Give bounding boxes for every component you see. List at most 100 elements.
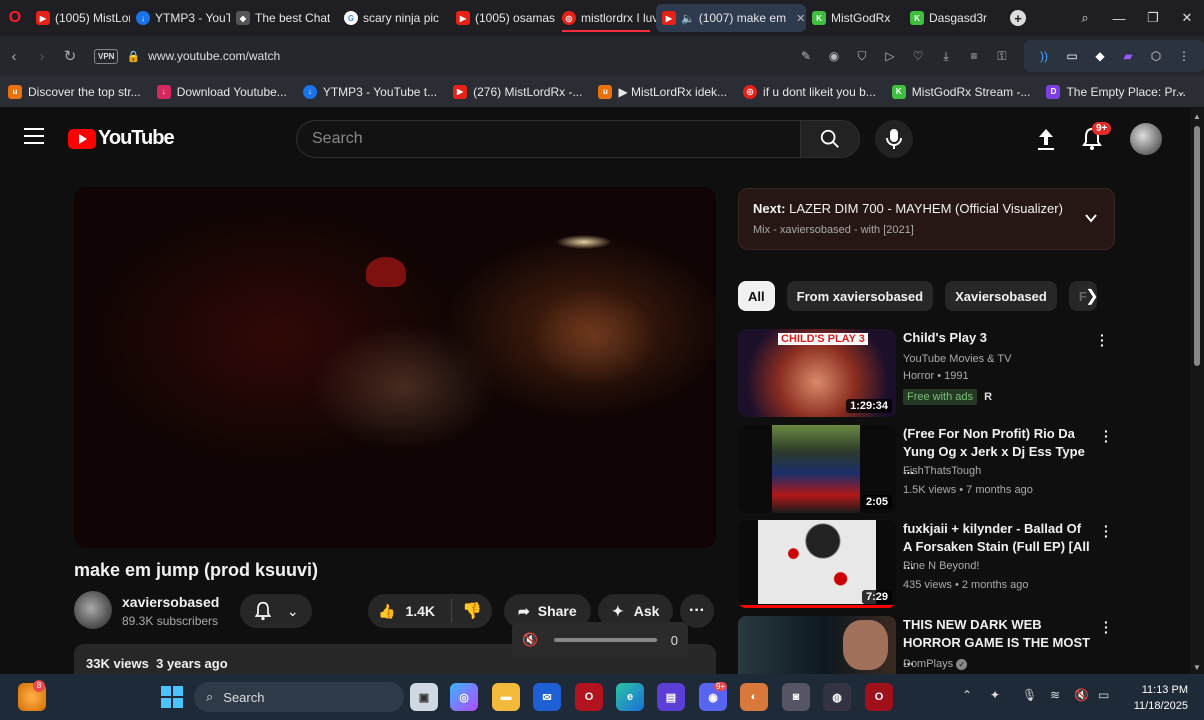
speaker-icon[interactable]: 🔈 xyxy=(681,12,695,25)
bookmark-item[interactable]: u Discover the top str... xyxy=(8,84,141,99)
bookmark-item[interactable]: ◎ if u dont likeit you b... xyxy=(743,84,876,99)
close-window-button[interactable]: ✕ xyxy=(1170,0,1204,36)
edit-icon[interactable]: ✎ xyxy=(792,42,820,70)
recommendation-item[interactable]: 7:29 fuxkjaii + kilynder - Ballad Of A F… xyxy=(738,519,1118,612)
more-vertical-icon[interactable]: · · · xyxy=(1104,519,1112,543)
minimize-button[interactable]: — xyxy=(1102,0,1136,36)
chevron-down-icon[interactable] xyxy=(1084,211,1098,225)
video-thumbnail[interactable]: CHILD'S PLAY 3 1:29:34 xyxy=(738,329,896,417)
app-icon[interactable]: ▤ xyxy=(657,683,685,711)
windows-start-icon[interactable] xyxy=(158,683,186,711)
browser-tab[interactable]: Gscary ninja pic xyxy=(338,4,450,32)
voice-search-button[interactable] xyxy=(875,120,913,158)
back-icon[interactable]: ‹ xyxy=(0,42,28,70)
chip-from-channel[interactable]: From xaviersobased xyxy=(786,281,934,311)
shield-icon[interactable]: ⛉ xyxy=(848,42,876,70)
forward-icon[interactable]: › xyxy=(28,42,56,70)
recommendation-item[interactable]: 2:05 (Free For Non Profit) Rio Da Yung O… xyxy=(738,424,1118,517)
bookmark-item[interactable]: ↓ Download Youtube... xyxy=(156,84,287,99)
page-scrollbar[interactable]: ▲ ▼ xyxy=(1190,108,1204,674)
reload-icon[interactable]: ↻ xyxy=(56,42,84,70)
task-view-icon[interactable]: ▣ xyxy=(410,683,438,711)
vpn-badge[interactable]: VPN xyxy=(94,48,119,64)
chip-channel-name[interactable]: Xaviersobased xyxy=(945,281,1057,311)
app-icon[interactable]: ◐ xyxy=(740,683,768,711)
recommendation-title[interactable]: Child's Play 3 xyxy=(903,329,1093,347)
aria-icon[interactable]: )) xyxy=(1030,42,1058,70)
outlook-icon[interactable]: ✉ xyxy=(533,683,561,711)
hamburger-menu-icon[interactable] xyxy=(24,128,44,144)
more-vertical-icon[interactable]: · · · xyxy=(1100,328,1108,352)
messenger-icon[interactable]: ▭ xyxy=(1058,42,1086,70)
bookmarks-more-icon[interactable]: ⌄ xyxy=(1176,84,1186,98)
url-field[interactable]: www.youtube.com/watch xyxy=(148,49,280,63)
more-vertical-icon[interactable]: · · · xyxy=(1104,616,1112,639)
crypto-wallet-icon[interactable]: ◆ xyxy=(1086,42,1114,70)
browser-tab-active[interactable]: ▶ 🔈 (1007) make em ✕ xyxy=(656,4,806,32)
camera-app-icon[interactable]: ◙ xyxy=(782,683,810,711)
chevron-right-icon[interactable]: ❯ xyxy=(1080,284,1104,308)
channel-avatar[interactable] xyxy=(74,591,112,629)
search-tabs-icon[interactable]: ⌕ xyxy=(1068,0,1102,36)
chip-all[interactable]: All xyxy=(738,281,775,311)
browser-tab[interactable]: ▶ (1005) osamas xyxy=(450,4,556,32)
channel-name[interactable]: xaviersobased xyxy=(122,594,219,610)
show-hidden-icons-icon[interactable]: ⌃ xyxy=(962,688,972,702)
restore-button[interactable]: ❐ xyxy=(1136,0,1170,36)
more-icon[interactable]: ⋮ xyxy=(1170,42,1198,70)
video-thumbnail[interactable]: 7:29 xyxy=(738,520,896,608)
browser-tab[interactable]: ◎ mistlordrx I luv xyxy=(556,4,656,32)
camera-icon[interactable]: ◉ xyxy=(820,42,848,70)
subscribed-button[interactable]: ⌄ xyxy=(240,594,312,628)
app-icon[interactable]: ◍ xyxy=(823,683,851,711)
scroll-up-icon[interactable]: ▲ xyxy=(1193,112,1201,121)
wifi-icon[interactable]: ≋ xyxy=(1050,688,1060,702)
copilot-icon[interactable]: ◎ xyxy=(450,683,478,711)
battery-icon[interactable]: ▭ xyxy=(1098,688,1109,702)
browser-tab[interactable]: K MistGodRx xyxy=(806,4,904,32)
heart-icon[interactable]: ♡ xyxy=(904,42,932,70)
new-tab-button[interactable]: + xyxy=(1010,10,1026,26)
download-icon[interactable]: ⤓ xyxy=(932,42,960,70)
extensions-icon[interactable]: ⬡ xyxy=(1142,42,1170,70)
lock-icon[interactable]: 🔒 xyxy=(126,50,140,63)
search-input[interactable]: Search xyxy=(296,120,801,158)
recommendation-item[interactable]: THIS NEW DARK WEB HORROR GAME IS THE MOS… xyxy=(738,616,1118,674)
system-clock[interactable]: 11:13 PM 11/18/2025 xyxy=(1124,682,1188,714)
profile-lock-icon[interactable]: ⚿ xyxy=(988,42,1016,70)
bookmark-item[interactable]: u ▶ MistLordRx idek... xyxy=(598,84,727,99)
twitch-icon[interactable]: ▰ xyxy=(1114,42,1142,70)
scroll-down-icon[interactable]: ▼ xyxy=(1193,663,1201,672)
browser-tab[interactable]: ↓ YTMP3 - YouT xyxy=(130,4,230,32)
opera-browser-icon[interactable]: O xyxy=(575,683,603,711)
tray-app-icon[interactable]: ✦ xyxy=(990,688,1000,702)
file-explorer-icon[interactable]: ▬ xyxy=(492,683,520,711)
video-player[interactable] xyxy=(74,187,716,548)
more-vertical-icon[interactable]: · · · xyxy=(1104,424,1112,448)
volume-slider[interactable] xyxy=(554,638,657,642)
video-thumbnail[interactable] xyxy=(738,616,896,674)
browser-tab[interactable]: K Dasgasd3r xyxy=(904,4,1004,32)
volume-muted-icon[interactable]: 🔇 xyxy=(1074,688,1089,702)
opera-logo-icon[interactable]: O xyxy=(0,0,30,36)
up-next-card[interactable]: Next: LAZER DIM 700 - MAYHEM (Official V… xyxy=(738,188,1115,250)
recommendation-item[interactable]: CHILD'S PLAY 3 1:29:34 Child's Play 3 Yo… xyxy=(738,328,1118,421)
bookmark-item[interactable]: D The Empty Place: Pr... xyxy=(1046,84,1186,99)
scrollbar-thumb[interactable] xyxy=(1194,126,1200,366)
edge-icon[interactable]: e xyxy=(616,683,644,711)
upload-icon[interactable] xyxy=(1034,126,1058,152)
video-thumbnail[interactable]: 2:05 xyxy=(738,425,896,513)
play-icon[interactable]: ▷ xyxy=(876,42,904,70)
youtube-logo[interactable]: YouTube xyxy=(68,127,175,150)
account-avatar[interactable] xyxy=(1130,123,1162,155)
menu-icon[interactable]: ≡ xyxy=(960,42,988,70)
browser-tab[interactable]: ◆ The best Chat xyxy=(230,4,330,32)
bookmark-item[interactable]: K MistGodRx Stream -... xyxy=(891,84,1030,99)
close-tab-icon[interactable]: ✕ xyxy=(796,12,805,25)
search-button[interactable] xyxy=(800,120,860,158)
muted-speaker-icon[interactable]: 🔇 xyxy=(522,632,538,648)
bookmark-item[interactable]: ↓ YTMP3 - YouTube t... xyxy=(302,84,437,99)
bookmark-item[interactable]: ▶ (276) MistLordRx -... xyxy=(453,84,582,99)
opera-gx-icon[interactable]: O xyxy=(865,683,893,711)
browser-tab[interactable]: ▶ (1005) MistLor xyxy=(30,4,130,32)
